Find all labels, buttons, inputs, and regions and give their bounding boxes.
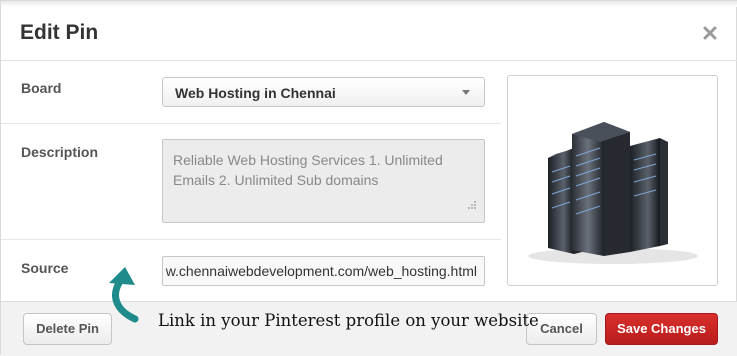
- annotation-text: Link in your Pinterest profile on your w…: [158, 311, 539, 330]
- source-url: w.chennaiwebdevelopment.com/web_hosting.…: [165, 263, 477, 279]
- description-textarea[interactable]: Reliable Web Hosting Services 1. Unlimit…: [162, 139, 485, 223]
- board-label: Board: [21, 80, 62, 96]
- edit-pin-dialog: Edit Pin Board Web Hosting in Chennai De…: [0, 0, 737, 356]
- source-input[interactable]: w.chennaiwebdevelopment.com/web_hosting.…: [162, 256, 485, 286]
- pin-preview-image: [507, 75, 718, 286]
- delete-pin-button[interactable]: Delete Pin: [23, 313, 112, 345]
- save-changes-button[interactable]: Save Changes: [605, 313, 718, 345]
- board-selected-value: Web Hosting in Chennai: [175, 85, 336, 101]
- board-select[interactable]: Web Hosting in Chennai: [162, 77, 485, 107]
- dialog-title: Edit Pin: [20, 21, 99, 44]
- resize-grip-icon[interactable]: [467, 195, 477, 215]
- chevron-down-icon: [462, 90, 470, 95]
- description-text: Reliable Web Hosting Services 1. Unlimit…: [173, 152, 443, 188]
- dialog-header: Edit Pin: [1, 1, 737, 61]
- source-label: Source: [21, 260, 69, 276]
- description-label: Description: [21, 144, 99, 160]
- server-rack-image: [528, 122, 698, 264]
- close-icon[interactable]: [699, 22, 721, 44]
- curved-arrow-icon: [109, 267, 139, 323]
